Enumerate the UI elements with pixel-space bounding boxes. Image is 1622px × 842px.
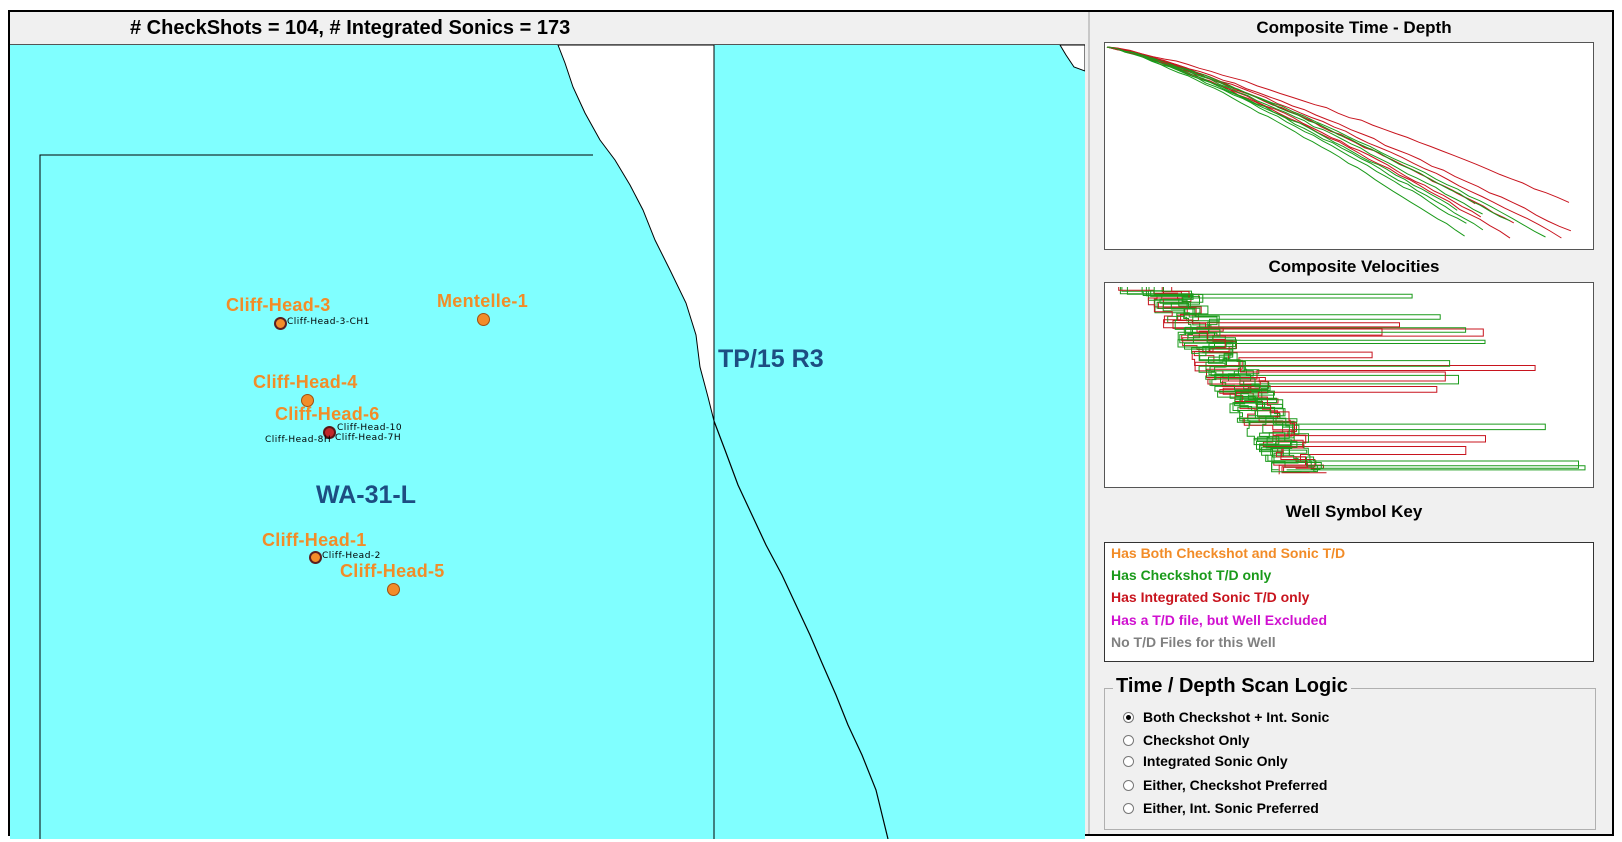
key-item-sonic: Has Integrated Sonic T/D only — [1111, 589, 1310, 605]
well-label-cliff-head-1[interactable]: Cliff-Head-1 — [262, 530, 367, 551]
well-label-cliff-head-4[interactable]: Cliff-Head-4 — [253, 372, 358, 393]
well-sublabel-cliff-head-7h: Cliff-Head-7H — [335, 433, 402, 443]
time-depth-curve — [1106, 46, 1458, 211]
scan-logic-title: Time / Depth Scan Logic — [1113, 675, 1351, 698]
time-depth-plot — [1106, 46, 1572, 239]
time-depth-curve — [1106, 46, 1570, 203]
well-symbol-key: Has Both Checkshot and Sonic T/D Has Che… — [1104, 542, 1594, 662]
sea-area — [10, 45, 1085, 839]
well-label-cliff-head-3[interactable]: Cliff-Head-3 — [226, 295, 331, 316]
scan-logic-group: Time / Depth Scan Logic Both Checkshot +… — [1104, 675, 1596, 830]
velocities-title: Composite Velocities — [1268, 257, 1440, 276]
time-depth-curve — [1106, 46, 1476, 205]
well-symbol-key-title: Well Symbol Key — [1285, 502, 1423, 521]
time-depth-chart[interactable] — [1104, 42, 1594, 250]
radio-button[interactable] — [1123, 802, 1134, 814]
radio-button[interactable] — [1123, 711, 1134, 723]
well-sublabel-cliff-head-10: Cliff-Head-10 — [337, 423, 403, 433]
region-label-wa-31-l: WA-31-L — [316, 481, 416, 509]
key-item-checkshot: Has Checkshot T/D only — [1111, 567, 1272, 583]
radio-option-checkshot-only[interactable]: Checkshot Only — [1123, 730, 1250, 750]
well-label-mentelle-1[interactable]: Mentelle-1 — [437, 291, 528, 312]
well-label-cliff-head-5[interactable]: Cliff-Head-5 — [340, 561, 445, 582]
velocity-curve — [1141, 287, 1467, 473]
time-depth-curve — [1106, 46, 1467, 224]
time-depth-curve — [1106, 46, 1515, 224]
region-label-tp-15-r3: TP/15 R3 — [718, 345, 824, 373]
time-depth-curve — [1106, 46, 1484, 231]
time-depth-curve — [1106, 46, 1482, 218]
well-sublabel-cliff-head-3-ch1: Cliff-Head-3-CH1 — [287, 317, 370, 327]
radio-option-sonic-only[interactable]: Integrated Sonic Only — [1123, 751, 1288, 771]
time-depth-curve — [1106, 46, 1511, 222]
radio-button[interactable] — [1123, 755, 1134, 767]
well-sublabel-cliff-head-2: Cliff-Head-2 — [322, 551, 381, 561]
key-item-both: Has Both Checkshot and Sonic T/D — [1111, 545, 1346, 561]
key-item-excluded: Has a T/D file, but Well Excluded — [1111, 612, 1328, 628]
well-marker-cliff-head-1[interactable] — [309, 551, 322, 564]
radio-label: Integrated Sonic Only — [1143, 753, 1288, 769]
map-view[interactable]: WA-31-L TP/15 R3 Cliff-Head-3 Cliff-Head… — [10, 44, 1085, 839]
panel-divider[interactable] — [1088, 12, 1090, 834]
time-depth-title: Composite Time - Depth — [1256, 18, 1452, 37]
well-sublabel-cliff-head-8h: Cliff-Head-8H — [265, 435, 332, 445]
well-marker-cliff-head-3[interactable] — [274, 317, 287, 330]
velocities-plot — [1118, 287, 1586, 475]
radio-button[interactable] — [1123, 779, 1134, 791]
radio-label: Either, Int. Sonic Preferred — [1143, 800, 1319, 816]
time-depth-curve — [1106, 46, 1546, 238]
radio-option-either-sonic[interactable]: Either, Int. Sonic Preferred — [1123, 798, 1319, 818]
time-depth-curve — [1106, 46, 1465, 237]
side-panel: Composite Time - Depth Composite Velocit… — [1092, 12, 1614, 834]
radio-label: Both Checkshot + Int. Sonic — [1143, 709, 1330, 725]
radio-label: Checkshot Only — [1143, 732, 1250, 748]
radio-option-either-checkshot[interactable]: Either, Checkshot Preferred — [1123, 775, 1327, 795]
well-marker-mentelle-1[interactable] — [477, 313, 490, 326]
radio-option-both[interactable]: Both Checkshot + Int. Sonic — [1123, 707, 1329, 727]
radio-button[interactable] — [1123, 734, 1134, 746]
well-label-cliff-head-6[interactable]: Cliff-Head-6 — [275, 404, 380, 425]
velocities-chart[interactable] — [1104, 282, 1594, 488]
key-item-none: No T/D Files for this Well — [1111, 634, 1276, 650]
map-canvas[interactable] — [10, 45, 1085, 839]
app-window: # CheckShots = 104, # Integrated Sonics … — [8, 10, 1614, 839]
time-depth-curve — [1106, 46, 1572, 232]
well-count-title: # CheckShots = 104, # Integrated Sonics … — [130, 17, 571, 39]
well-marker-cliff-head-5[interactable] — [387, 583, 400, 596]
radio-label: Either, Checkshot Preferred — [1143, 777, 1328, 793]
header-bar: # CheckShots = 104, # Integrated Sonics … — [10, 12, 1090, 44]
